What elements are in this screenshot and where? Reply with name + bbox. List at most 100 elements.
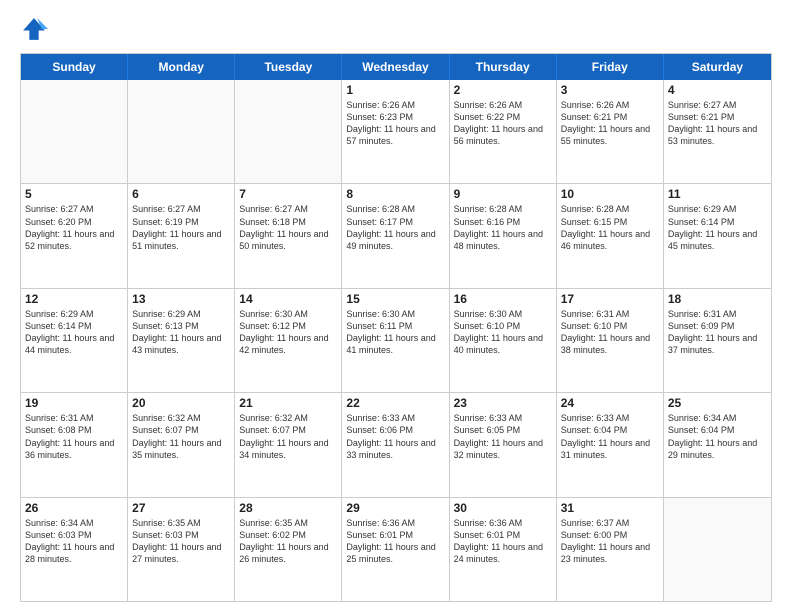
- day-header-saturday: Saturday: [664, 54, 771, 80]
- day-number: 30: [454, 501, 552, 515]
- day-info: Sunrise: 6:35 AMSunset: 6:02 PMDaylight:…: [239, 517, 337, 566]
- day-number: 5: [25, 187, 123, 201]
- day-cell-1: 1Sunrise: 6:26 AMSunset: 6:23 PMDaylight…: [342, 80, 449, 183]
- day-header-wednesday: Wednesday: [342, 54, 449, 80]
- day-info: Sunrise: 6:37 AMSunset: 6:00 PMDaylight:…: [561, 517, 659, 566]
- day-number: 7: [239, 187, 337, 201]
- day-cell-7: 7Sunrise: 6:27 AMSunset: 6:18 PMDaylight…: [235, 184, 342, 287]
- day-cell-27: 27 Sunrise: 6:35 AMSunset: 6:03 PMDayligh…: [128, 498, 235, 601]
- day-info: Sunrise: 6:31 AMSunset: 6:09 PMDaylight:…: [668, 308, 767, 357]
- day-cell-23: 23 Sunrise: 6:33 AMSunset: 6:05 PMDayligh…: [450, 393, 557, 496]
- day-number: 2: [454, 83, 552, 97]
- day-info: Sunrise: 6:29 AMSunset: 6:14 PMDaylight:…: [668, 203, 767, 252]
- day-info: Sunrise: 6:34 AMSunset: 6:04 PMDaylight:…: [668, 412, 767, 461]
- day-cell-empty: [128, 80, 235, 183]
- weeks: 1Sunrise: 6:26 AMSunset: 6:23 PMDaylight…: [21, 80, 771, 601]
- day-cell-18: 18 Sunrise: 6:31 AMSunset: 6:09 PMDayligh…: [664, 289, 771, 392]
- day-number: 8: [346, 187, 444, 201]
- logo: [20, 15, 52, 43]
- day-info: Sunrise: 6:36 AMSunset: 6:01 PMDaylight:…: [346, 517, 444, 566]
- day-cell-empty: [664, 498, 771, 601]
- day-cell-13: 13 Sunrise: 6:29 AMSunset: 6:13 PMDayligh…: [128, 289, 235, 392]
- day-cell-21: 21 Sunrise: 6:32 AMSunset: 6:07 PMDayligh…: [235, 393, 342, 496]
- day-info: Sunrise: 6:34 AMSunset: 6:03 PMDaylight:…: [25, 517, 123, 566]
- day-info: Sunrise: 6:26 AMSunset: 6:21 PMDaylight:…: [561, 99, 659, 148]
- day-info: Sunrise: 6:29 AMSunset: 6:14 PMDaylight:…: [25, 308, 123, 357]
- day-cell-30: 30 Sunrise: 6:36 AMSunset: 6:01 PMDayligh…: [450, 498, 557, 601]
- day-number: 31: [561, 501, 659, 515]
- day-number: 27: [132, 501, 230, 515]
- day-info: Sunrise: 6:36 AMSunset: 6:01 PMDaylight:…: [454, 517, 552, 566]
- day-number: 25: [668, 396, 767, 410]
- day-number: 12: [25, 292, 123, 306]
- day-cell-22: 22 Sunrise: 6:33 AMSunset: 6:06 PMDayligh…: [342, 393, 449, 496]
- week-3: 12 Sunrise: 6:29 AMSunset: 6:14 PMDayligh…: [21, 288, 771, 392]
- day-cell-11: 11 Sunrise: 6:29 AMSunset: 6:14 PMDayligh…: [664, 184, 771, 287]
- day-cell-31: 31 Sunrise: 6:37 AMSunset: 6:00 PMDayligh…: [557, 498, 664, 601]
- day-number: 16: [454, 292, 552, 306]
- day-info: Sunrise: 6:33 AMSunset: 6:05 PMDaylight:…: [454, 412, 552, 461]
- day-header-friday: Friday: [557, 54, 664, 80]
- day-number: 9: [454, 187, 552, 201]
- day-cell-14: 14Sunrise: 6:30 AMSunset: 6:12 PMDayligh…: [235, 289, 342, 392]
- day-header-monday: Monday: [128, 54, 235, 80]
- day-info: Sunrise: 6:32 AMSunset: 6:07 PMDaylight:…: [239, 412, 337, 461]
- day-number: 23: [454, 396, 552, 410]
- day-info: Sunrise: 6:33 AMSunset: 6:06 PMDaylight:…: [346, 412, 444, 461]
- week-2: 5 Sunrise: 6:27 AMSunset: 6:20 PMDaylight…: [21, 183, 771, 287]
- header: [20, 15, 772, 43]
- day-number: 1: [346, 83, 444, 97]
- day-cell-16: 16 Sunrise: 6:30 AMSunset: 6:10 PMDayligh…: [450, 289, 557, 392]
- day-number: 22: [346, 396, 444, 410]
- day-cell-2: 2 Sunrise: 6:26 AMSunset: 6:22 PMDaylight…: [450, 80, 557, 183]
- day-cell-3: 3 Sunrise: 6:26 AMSunset: 6:21 PMDaylight…: [557, 80, 664, 183]
- day-info: Sunrise: 6:27 AMSunset: 6:20 PMDaylight:…: [25, 203, 123, 252]
- day-info: Sunrise: 6:28 AMSunset: 6:16 PMDaylight:…: [454, 203, 552, 252]
- day-number: 3: [561, 83, 659, 97]
- day-cell-empty: [21, 80, 128, 183]
- day-cell-5: 5 Sunrise: 6:27 AMSunset: 6:20 PMDaylight…: [21, 184, 128, 287]
- day-number: 13: [132, 292, 230, 306]
- day-number: 18: [668, 292, 767, 306]
- day-info: Sunrise: 6:31 AMSunset: 6:10 PMDaylight:…: [561, 308, 659, 357]
- day-header-sunday: Sunday: [21, 54, 128, 80]
- day-cell-24: 24 Sunrise: 6:33 AMSunset: 6:04 PMDayligh…: [557, 393, 664, 496]
- day-cell-20: 20Sunrise: 6:32 AMSunset: 6:07 PMDayligh…: [128, 393, 235, 496]
- day-info: Sunrise: 6:33 AMSunset: 6:04 PMDaylight:…: [561, 412, 659, 461]
- day-info: Sunrise: 6:29 AMSunset: 6:13 PMDaylight:…: [132, 308, 230, 357]
- day-number: 10: [561, 187, 659, 201]
- day-number: 6: [132, 187, 230, 201]
- day-cell-12: 12 Sunrise: 6:29 AMSunset: 6:14 PMDayligh…: [21, 289, 128, 392]
- day-cell-17: 17 Sunrise: 6:31 AMSunset: 6:10 PMDayligh…: [557, 289, 664, 392]
- day-header-thursday: Thursday: [450, 54, 557, 80]
- day-cell-25: 25 Sunrise: 6:34 AMSunset: 6:04 PMDayligh…: [664, 393, 771, 496]
- day-number: 14: [239, 292, 337, 306]
- day-info: Sunrise: 6:27 AMSunset: 6:19 PMDaylight:…: [132, 203, 230, 252]
- day-info: Sunrise: 6:31 AMSunset: 6:08 PMDaylight:…: [25, 412, 123, 461]
- day-info: Sunrise: 6:35 AMSunset: 6:03 PMDaylight:…: [132, 517, 230, 566]
- day-info: Sunrise: 6:28 AMSunset: 6:15 PMDaylight:…: [561, 203, 659, 252]
- day-cell-10: 10 Sunrise: 6:28 AMSunset: 6:15 PMDayligh…: [557, 184, 664, 287]
- day-cell-26: 26 Sunrise: 6:34 AMSunset: 6:03 PMDayligh…: [21, 498, 128, 601]
- week-4: 19Sunrise: 6:31 AMSunset: 6:08 PMDayligh…: [21, 392, 771, 496]
- day-number: 28: [239, 501, 337, 515]
- day-number: 11: [668, 187, 767, 201]
- day-info: Sunrise: 6:30 AMSunset: 6:10 PMDaylight:…: [454, 308, 552, 357]
- day-number: 29: [346, 501, 444, 515]
- day-number: 4: [668, 83, 767, 97]
- day-number: 20: [132, 396, 230, 410]
- day-cell-8: 8Sunrise: 6:28 AMSunset: 6:17 PMDaylight…: [342, 184, 449, 287]
- day-info: Sunrise: 6:27 AMSunset: 6:21 PMDaylight:…: [668, 99, 767, 148]
- day-cell-6: 6 Sunrise: 6:27 AMSunset: 6:19 PMDaylight…: [128, 184, 235, 287]
- day-cell-28: 28 Sunrise: 6:35 AMSunset: 6:02 PMDayligh…: [235, 498, 342, 601]
- day-header-tuesday: Tuesday: [235, 54, 342, 80]
- day-number: 24: [561, 396, 659, 410]
- day-cell-15: 15Sunrise: 6:30 AMSunset: 6:11 PMDayligh…: [342, 289, 449, 392]
- logo-icon: [20, 15, 48, 43]
- day-number: 26: [25, 501, 123, 515]
- day-number: 21: [239, 396, 337, 410]
- day-cell-29: 29 Sunrise: 6:36 AMSunset: 6:01 PMDayligh…: [342, 498, 449, 601]
- day-info: Sunrise: 6:26 AMSunset: 6:22 PMDaylight:…: [454, 99, 552, 148]
- day-number: 17: [561, 292, 659, 306]
- day-number: 15: [346, 292, 444, 306]
